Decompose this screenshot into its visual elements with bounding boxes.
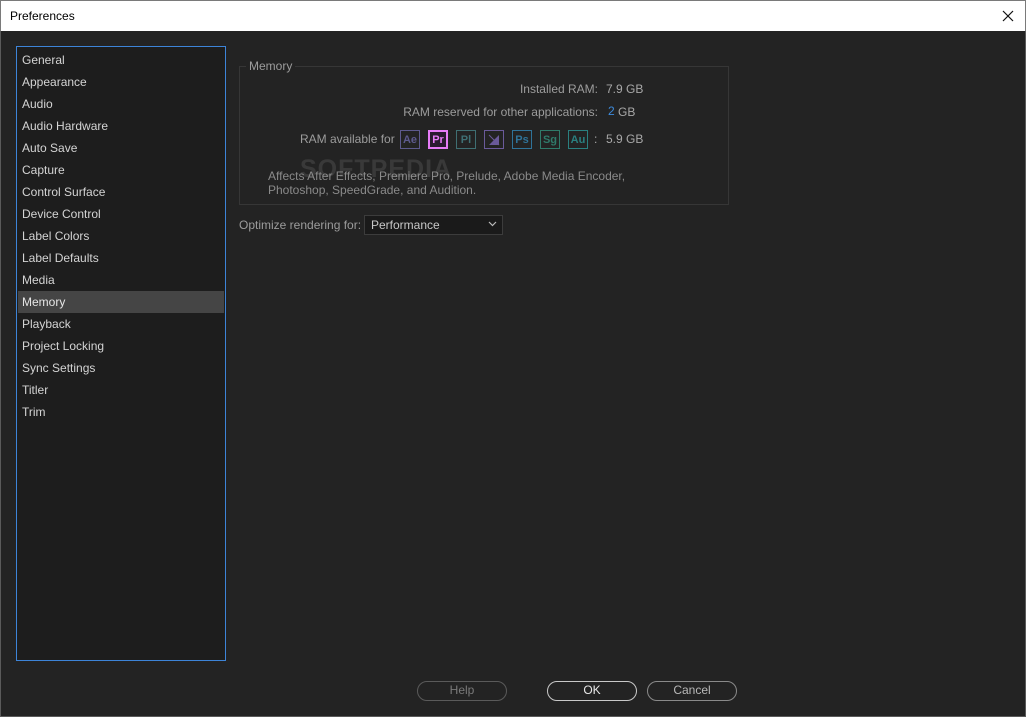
sidebar-item-audio[interactable]: Audio — [18, 93, 224, 115]
chevron-down-icon — [488, 221, 497, 227]
ram-reserved-value[interactable]: 2 — [608, 104, 615, 118]
sidebar-item-label-defaults[interactable]: Label Defaults — [18, 247, 224, 269]
sidebar-item-sync-settings[interactable]: Sync Settings — [18, 357, 224, 379]
sidebar-item-audio-hardware[interactable]: Audio Hardware — [18, 115, 224, 137]
sidebar-item-memory[interactable]: Memory — [18, 291, 224, 313]
sidebar-item-playback[interactable]: Playback — [18, 313, 224, 335]
sidebar-item-auto-save[interactable]: Auto Save — [18, 137, 224, 159]
cancel-button[interactable]: Cancel — [647, 681, 737, 701]
sidebar-item-appearance[interactable]: Appearance — [18, 71, 224, 93]
sidebar-item-general[interactable]: General — [18, 49, 224, 71]
installed-ram-label: Installed RAM: — [519, 82, 598, 96]
installed-ram-value: 7.9 GB — [606, 82, 644, 96]
sidebar-item-media[interactable]: Media — [18, 269, 224, 291]
sidebar-item-control-surface[interactable]: Control Surface — [18, 181, 224, 203]
close-icon — [1002, 10, 1014, 22]
close-button[interactable] — [991, 1, 1025, 31]
media-encoder-icon[interactable] — [484, 130, 504, 149]
ok-button[interactable]: OK — [547, 681, 637, 701]
softpedia-watermark: SOFTPEDIA — [300, 155, 453, 183]
ram-reserved-unit: GB — [618, 105, 636, 119]
optimize-rendering-select[interactable]: Performance — [364, 215, 503, 235]
sidebar-item-titler[interactable]: Titler — [18, 379, 224, 401]
optimize-rendering-label: Optimize rendering for: — [239, 218, 362, 232]
ram-available-colon: : — [594, 132, 598, 146]
ram-available-label: RAM available for — [300, 132, 395, 146]
sidebar-item-capture[interactable]: Capture — [18, 159, 224, 181]
optimize-rendering-value: Performance — [371, 218, 440, 232]
title-bar: Preferences — [0, 0, 1026, 31]
sidebar-item-device-control[interactable]: Device Control — [18, 203, 224, 225]
after-effects-icon[interactable]: Ae — [400, 130, 420, 149]
ram-reserved-label: RAM reserved for other applications: — [403, 105, 598, 119]
memory-group-title: Memory — [246, 59, 296, 73]
audition-icon[interactable]: Au — [568, 130, 588, 149]
sidebar-item-trim[interactable]: Trim — [18, 401, 224, 423]
sidebar-item-project-locking[interactable]: Project Locking — [18, 335, 224, 357]
photoshop-icon[interactable]: Ps — [512, 130, 532, 149]
window-title: Preferences — [10, 9, 75, 23]
premiere-pro-icon[interactable]: Pr — [428, 130, 448, 149]
sidebar-item-label-colors[interactable]: Label Colors — [18, 225, 224, 247]
prelude-icon[interactable]: Pl — [456, 130, 476, 149]
speedgrade-icon[interactable]: Sg — [540, 130, 560, 149]
ram-available-value: 5.9 GB — [606, 132, 644, 146]
help-button[interactable]: Help — [417, 681, 507, 701]
preferences-category-list[interactable]: General Appearance Audio Audio Hardware Auto… — [16, 46, 226, 661]
